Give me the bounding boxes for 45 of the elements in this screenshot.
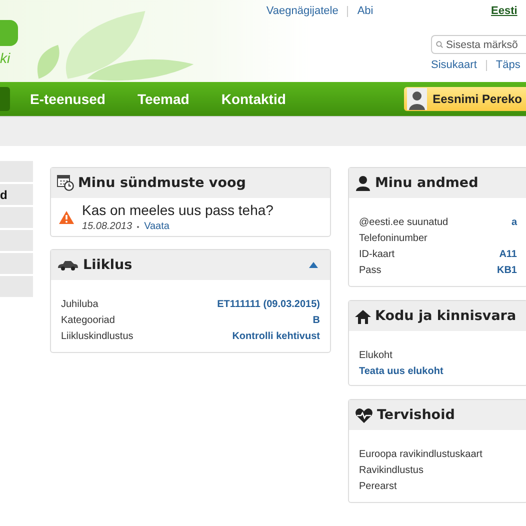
event-link[interactable]: Vaata <box>144 221 170 232</box>
event-date: 15.08.2013 <box>82 221 132 232</box>
field-label: Ravikindlustus <box>359 464 424 476</box>
field-value-link[interactable]: a <box>511 216 517 228</box>
collapse-toggle-icon[interactable] <box>309 262 318 268</box>
warning-icon <box>59 210 74 224</box>
search-field[interactable]: Sisesta märksõ <box>431 35 526 54</box>
field-label: Elukoht <box>359 350 392 360</box>
calendar-clock-icon <box>57 175 74 191</box>
field-value-link[interactable]: A11 <box>499 248 517 260</box>
panel-title: Tervishoid <box>377 407 455 423</box>
user-menu[interactable]: Eesnimi Pereko <box>404 87 526 111</box>
field-value-link[interactable]: B <box>312 314 320 326</box>
language-link[interactable]: Eesti <box>431 0 526 18</box>
field-label: ID-kaart <box>359 248 395 260</box>
field-label: Telefoninumber <box>359 232 428 244</box>
field-label: Perearst <box>359 480 397 492</box>
panel-title: Kodu ja kinnisvara <box>375 308 516 324</box>
utility-link[interactable]: Sisukaart <box>431 59 477 71</box>
field-label: Kategooriad <box>61 314 115 326</box>
field-value-link[interactable]: Kontrolli kehtivust <box>232 330 320 342</box>
search-icon <box>436 40 444 49</box>
field-label: Juhiluba <box>61 298 98 310</box>
avatar-icon <box>406 88 427 110</box>
field-value-link[interactable]: KB1 <box>496 264 517 276</box>
field-label: @eesti.ee suunatud <box>359 216 448 228</box>
sidebar-item[interactable]: d <box>0 184 33 205</box>
panel-title: Minu sündmuste voog <box>78 175 246 191</box>
car-icon <box>57 259 79 271</box>
panel-title: Liiklus <box>83 257 132 273</box>
logo-icon <box>0 20 18 46</box>
utility-link[interactable]: Täps <box>496 59 520 71</box>
field-value-link[interactable]: ET111111 (09.03.2015) <box>217 298 320 310</box>
top-link[interactable]: Vaegnägijatele <box>266 5 338 17</box>
person-icon <box>355 175 371 191</box>
action-link[interactable]: Teata uus elukoht <box>359 366 517 377</box>
heart-icon <box>355 408 373 422</box>
event-title: Kas on meeles uus pass teha? <box>82 202 274 218</box>
field-label: Liikluskindlustus <box>61 330 134 342</box>
top-link[interactable]: Abi <box>357 5 374 17</box>
logo-text: ki <box>0 50 12 66</box>
field-label: Pass <box>359 264 382 276</box>
house-icon <box>355 308 371 324</box>
panel-title: Minu andmed <box>375 175 478 191</box>
field-label: Euroopa ravikindlustuskaart <box>359 448 482 460</box>
